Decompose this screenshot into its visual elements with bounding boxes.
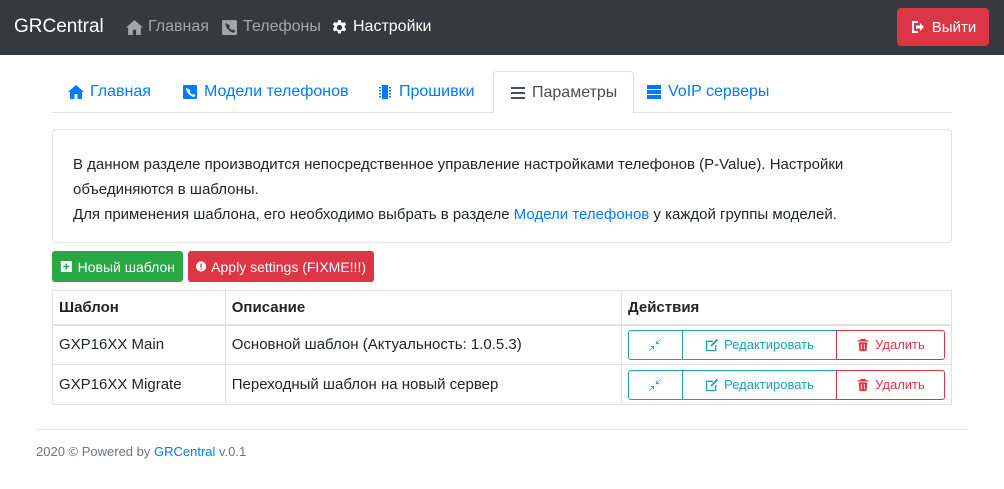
column-header-template: Шаблон <box>52 290 226 326</box>
delete-template-button[interactable]: Удалить <box>835 329 945 360</box>
tab-phone-models[interactable]: Модели телефонов <box>166 71 365 113</box>
edit-icon <box>705 378 719 391</box>
edit-template-button[interactable]: Редактировать <box>681 329 837 360</box>
column-header-description: Описание <box>224 290 622 326</box>
apply-settings-label: Apply settings (FIXME!!!) <box>211 258 366 275</box>
tab-home[interactable]: Главная <box>52 71 167 113</box>
table-row: GXP16XX Main Основной шаблон (Актуальнос… <box>52 324 953 365</box>
delete-template-button[interactable]: Удалить <box>835 369 945 400</box>
nav-link-settings[interactable]: Настройки <box>331 18 431 36</box>
table-row: GXP16XX Migrate Переходный шаблон на нов… <box>52 364 953 405</box>
info-text-line2-prefix: Для применения шаблона, его необходимо в… <box>73 206 514 223</box>
phone-square-icon <box>183 85 197 99</box>
apply-settings-button[interactable]: Apply settings (FIXME!!!) <box>188 251 374 282</box>
tab-parameters-label: Параметры <box>532 83 618 101</box>
trash-icon <box>857 338 869 351</box>
apply-template-button[interactable] <box>627 369 683 400</box>
delete-label: Удалить <box>875 337 925 353</box>
new-template-button[interactable]: Новый шаблон <box>52 251 183 282</box>
action-button-group: Редактировать Удалить <box>627 369 945 400</box>
list-icon <box>511 86 525 99</box>
apply-template-button[interactable] <box>627 329 683 360</box>
tab-firmware-label: Прошивки <box>399 83 475 100</box>
action-button-group: Редактировать Удалить <box>627 329 945 360</box>
plus-square-icon <box>60 260 72 273</box>
trash-icon <box>857 378 869 391</box>
edit-label: Редактировать <box>724 377 814 392</box>
table-header-row: Шаблон Описание Действия <box>52 290 953 326</box>
delete-label: Удалить <box>875 377 925 392</box>
template-description: Переходный шаблон на новый сервер <box>224 364 622 405</box>
templates-table: Шаблон Описание Действия GXP16XX Main Ос… <box>52 290 953 405</box>
footer-prefix: 2020 © Powered by <box>36 444 154 459</box>
home-icon <box>126 19 143 35</box>
nav-link-home-label: Главная <box>148 18 209 35</box>
microchip-icon <box>379 85 391 99</box>
column-header-actions: Действия <box>620 290 953 326</box>
tab-voip-servers-label: VoIP серверы <box>668 83 770 100</box>
nav-link-settings-label: Настройки <box>353 18 432 35</box>
info-panel: В данном разделе производится непосредст… <box>52 129 952 243</box>
brand-logo[interactable]: GRCentral <box>14 16 104 38</box>
nav-link-home[interactable]: Главная <box>126 18 209 36</box>
info-text-line2-suffix: у каждой группы моделей. <box>649 206 837 223</box>
footer: 2020 © Powered by GRCentral v.0.1 <box>36 444 246 459</box>
top-navbar: GRCentral Главная Телефоны Настройки Вый… <box>0 0 1004 55</box>
sign-out-icon <box>911 21 924 33</box>
logout-label: Выйти <box>931 18 977 36</box>
template-description: Основной шаблон (Актуальность: 1.0.5.3) <box>224 324 622 365</box>
compress-icon <box>649 378 662 391</box>
footer-grcentral-link[interactable]: GRCentral <box>154 444 215 459</box>
tab-home-label: Главная <box>90 83 151 100</box>
template-actions: Редактировать Удалить <box>620 324 953 365</box>
template-name: GXP16XX Main <box>52 324 226 365</box>
info-text-line1: В данном разделе производится непосредст… <box>73 156 844 198</box>
edit-template-button[interactable]: Редактировать <box>681 369 837 400</box>
template-name: GXP16XX Migrate <box>52 364 226 405</box>
tab-phone-models-label: Модели телефонов <box>204 83 349 100</box>
phone-models-link[interactable]: Модели телефонов <box>514 206 650 223</box>
section-tabs: Главная Модели телефонов Прошивки Параме… <box>52 71 952 114</box>
server-icon <box>647 85 661 99</box>
tab-parameters[interactable]: Параметры <box>493 71 635 114</box>
compress-icon <box>649 338 662 351</box>
footer-divider <box>36 429 968 430</box>
edit-label: Редактировать <box>724 337 814 353</box>
template-actions: Редактировать Удалить <box>620 364 953 405</box>
tab-firmware[interactable]: Прошивки <box>361 71 491 113</box>
home-icon <box>68 85 84 99</box>
phone-square-icon <box>222 19 237 35</box>
nav-link-phones[interactable]: Телефоны <box>221 18 321 36</box>
footer-version: v.0.1 <box>215 444 247 459</box>
gear-icon <box>332 19 347 33</box>
exclamation-circle-icon <box>196 261 207 272</box>
tab-voip-servers[interactable]: VoIP серверы <box>630 71 785 113</box>
nav-link-phones-label: Телефоны <box>243 18 321 35</box>
info-text-line2: Для применения шаблона, его необходимо в… <box>73 202 931 227</box>
logout-button[interactable]: Выйти <box>897 8 989 46</box>
edit-icon <box>705 338 719 351</box>
new-template-label: Новый шаблон <box>77 258 175 275</box>
